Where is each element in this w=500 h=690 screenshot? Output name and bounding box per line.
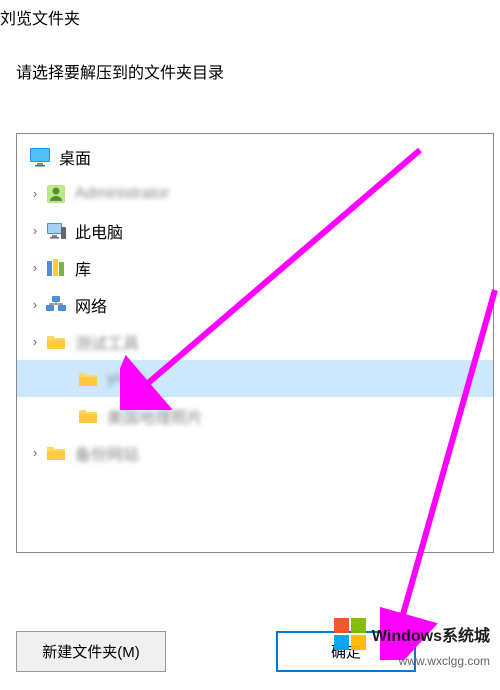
tree-item-library[interactable]: › 库: [17, 249, 493, 286]
chevron-right-icon[interactable]: ›: [27, 223, 43, 238]
tree-item-label: 此电脑: [75, 219, 123, 243]
tree-item-network[interactable]: › 网络: [17, 286, 493, 323]
chevron-right-icon[interactable]: ›: [27, 445, 43, 460]
tree-item-label: yishu: [107, 370, 144, 388]
tree-item-label: 美国地理照片: [107, 404, 203, 428]
chevron-right-icon[interactable]: ›: [27, 260, 43, 275]
chevron-right-icon[interactable]: ›: [27, 334, 43, 349]
folder-icon: [75, 366, 101, 392]
tree-item-folder[interactable]: › 测试工具: [17, 323, 493, 360]
instruction-text: 请选择要解压到的文件夹目录: [0, 34, 500, 93]
folder-tree[interactable]: 桌面 › Administrator › 此电脑 › 库 › 网络 › 测试工具: [16, 133, 494, 553]
watermark-text: Windows系统城: [372, 622, 490, 646]
tree-item-user[interactable]: › Administrator: [17, 175, 493, 212]
folder-icon: [43, 329, 69, 355]
tree-item-label: 网络: [75, 293, 107, 317]
tree-root-label: 桌面: [59, 145, 91, 169]
computer-icon: [43, 218, 69, 244]
tree-root-desktop[interactable]: 桌面: [17, 138, 493, 175]
chevron-right-icon[interactable]: ›: [27, 186, 43, 201]
tree-item-folder[interactable]: › 备份网站: [17, 434, 493, 471]
dialog-title: 刘览文件夹: [0, 0, 500, 34]
windows-logo-icon: [334, 618, 366, 650]
library-icon: [43, 255, 69, 281]
tree-item-label: Administrator: [75, 185, 169, 203]
chevron-right-icon[interactable]: ›: [27, 297, 43, 312]
tree-item-label: 备份网站: [75, 441, 139, 465]
new-folder-button[interactable]: 新建文件夹(M): [16, 631, 166, 672]
monitor-icon: [27, 144, 53, 170]
tree-item-this-pc[interactable]: › 此电脑: [17, 212, 493, 249]
tree-item-label: 测试工具: [75, 330, 139, 354]
watermark-url: www.wxclgg.com: [399, 654, 490, 668]
tree-item-label: 库: [75, 256, 91, 280]
folder-icon: [75, 403, 101, 429]
watermark: Windows系统城: [334, 618, 490, 650]
tree-item-folder-selected[interactable]: › yishu: [17, 360, 493, 397]
network-icon: [43, 292, 69, 318]
folder-icon: [43, 440, 69, 466]
tree-item-folder[interactable]: › 美国地理照片: [17, 397, 493, 434]
user-icon: [43, 181, 69, 207]
